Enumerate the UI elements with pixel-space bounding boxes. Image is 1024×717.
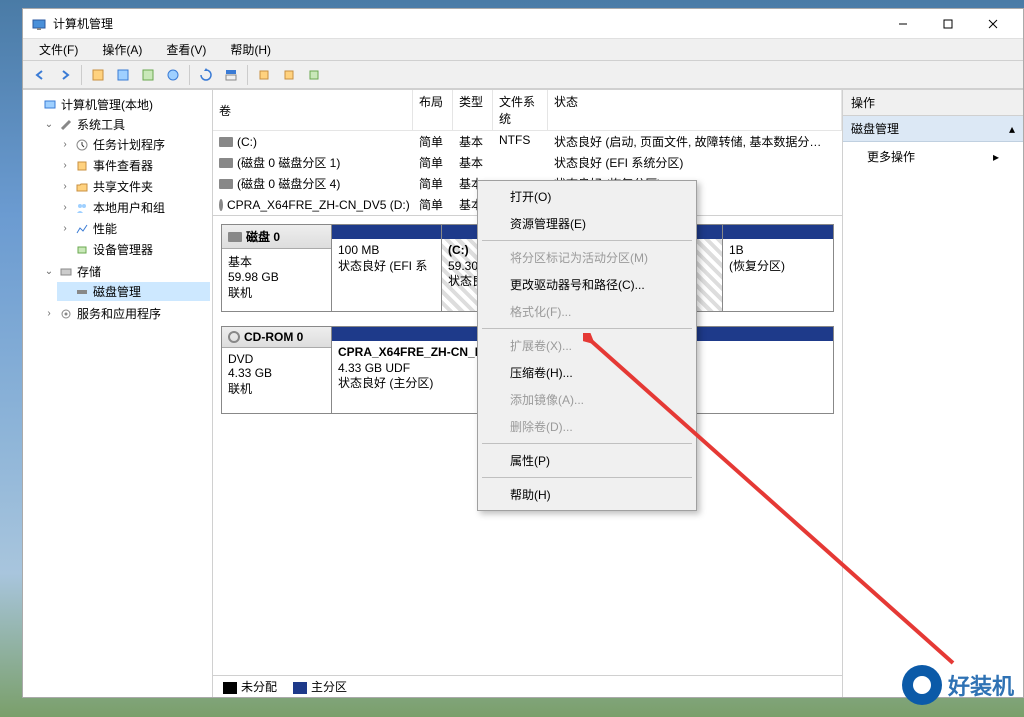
ctx-shrink[interactable]: 压缩卷(H)... xyxy=(480,359,694,386)
ctx-delete: 删除卷(D)... xyxy=(480,413,694,440)
chevron-right-icon: ▸ xyxy=(993,150,999,164)
show-hide-tree-button[interactable] xyxy=(87,64,109,86)
expand-icon[interactable]: › xyxy=(59,181,71,192)
menu-help[interactable]: 帮助(H) xyxy=(224,39,277,60)
maximize-button[interactable] xyxy=(925,10,970,38)
services-icon xyxy=(58,306,74,322)
tree-performance[interactable]: ›性能 xyxy=(57,219,210,238)
folder-icon xyxy=(74,179,90,195)
forward-button[interactable] xyxy=(54,64,76,86)
menu-view[interactable]: 查看(V) xyxy=(160,39,212,60)
partition-recovery[interactable]: 1B(恢复分区) xyxy=(723,225,833,311)
clock-icon xyxy=(74,137,90,153)
actions-more[interactable]: 更多操作▸ xyxy=(843,142,1023,171)
col-type[interactable]: 类型 xyxy=(453,90,493,130)
expand-icon[interactable]: › xyxy=(59,202,71,213)
tree-local-users[interactable]: ›本地用户和组 xyxy=(57,198,210,217)
expand-icon[interactable]: › xyxy=(59,160,71,171)
context-menu: 打开(O) 资源管理器(E) 将分区标记为活动分区(M) 更改驱动器号和路径(C… xyxy=(477,180,697,511)
properties-button[interactable] xyxy=(112,64,134,86)
help-button[interactable] xyxy=(162,64,184,86)
col-volume[interactable]: 卷 xyxy=(213,90,413,130)
legend: 未分配 主分区 xyxy=(213,675,842,697)
actions-button[interactable] xyxy=(278,64,300,86)
expand-icon[interactable]: › xyxy=(59,223,71,234)
tree-root[interactable]: 计算机管理(本地) xyxy=(25,95,210,114)
ctx-add-mirror: 添加镜像(A)... xyxy=(480,386,694,413)
tree-device-manager[interactable]: 设备管理器 xyxy=(57,240,210,259)
minimize-button[interactable] xyxy=(880,10,925,38)
volume-list-header: 卷 布局 类型 文件系统 状态 xyxy=(213,90,842,131)
storage-icon xyxy=(58,264,74,280)
tree-event-viewer[interactable]: ›事件查看器 xyxy=(57,156,210,175)
cd-icon xyxy=(228,331,240,343)
ctx-explorer[interactable]: 资源管理器(E) xyxy=(480,210,694,237)
menu-file[interactable]: 文件(F) xyxy=(33,39,84,60)
more-button[interactable] xyxy=(303,64,325,86)
ctx-help[interactable]: 帮助(H) xyxy=(480,481,694,508)
event-icon xyxy=(74,158,90,174)
disk-icon xyxy=(219,137,233,147)
device-icon xyxy=(74,242,90,258)
col-layout[interactable]: 布局 xyxy=(413,90,453,130)
ctx-mark-active: 将分区标记为活动分区(M) xyxy=(480,244,694,271)
collapse-icon[interactable]: ⌄ xyxy=(43,119,55,130)
window-title: 计算机管理 xyxy=(53,15,880,32)
titlebar: 计算机管理 xyxy=(23,9,1023,39)
collapse-icon[interactable]: ⌄ xyxy=(43,266,55,277)
tree-task-scheduler[interactable]: ›任务计划程序 xyxy=(57,135,210,154)
expand-icon[interactable]: › xyxy=(43,308,55,319)
users-icon xyxy=(74,200,90,216)
tree-disk-management[interactable]: 磁盘管理 xyxy=(57,282,210,301)
menu-action[interactable]: 操作(A) xyxy=(96,39,148,60)
disk-icon xyxy=(219,158,233,168)
volume-row[interactable]: (C:) 简单 基本 NTFS 状态良好 (启动, 页面文件, 故障转储, 基本… xyxy=(213,131,842,152)
tree-shared-folders[interactable]: ›共享文件夹 xyxy=(57,177,210,196)
actions-pane: 操作 磁盘管理▴ 更多操作▸ xyxy=(843,90,1023,697)
watermark: 好装机 xyxy=(902,665,1014,705)
close-button[interactable] xyxy=(970,10,1015,38)
col-status[interactable]: 状态 xyxy=(548,90,842,130)
volume-row[interactable]: (磁盘 0 磁盘分区 1) 简单 基本 状态良好 (EFI 系统分区) xyxy=(213,152,842,173)
ctx-open[interactable]: 打开(O) xyxy=(480,183,694,210)
ctx-extend: 扩展卷(X)... xyxy=(480,332,694,359)
view-top-button[interactable] xyxy=(220,64,242,86)
disk-icon xyxy=(74,284,90,300)
collapse-icon: ▴ xyxy=(1009,122,1015,136)
computer-icon xyxy=(42,97,58,113)
ctx-change-letter[interactable]: 更改驱动器号和路径(C)... xyxy=(480,271,694,298)
cd-icon xyxy=(219,199,223,211)
app-icon xyxy=(31,16,47,32)
actions-header: 操作 xyxy=(843,90,1023,116)
toolbar xyxy=(23,61,1023,89)
tools-icon xyxy=(58,117,74,133)
ctx-format: 格式化(F)... xyxy=(480,298,694,325)
nav-tree: 计算机管理(本地) ⌄系统工具 ›任务计划程序 ›事件查看器 ›共享文件夹 ›本… xyxy=(23,90,213,697)
disk-icon xyxy=(219,179,233,189)
watermark-logo-icon xyxy=(902,665,942,705)
expand-icon[interactable]: › xyxy=(59,139,71,150)
export-list-button[interactable] xyxy=(137,64,159,86)
tree-system-tools[interactable]: ⌄系统工具 xyxy=(41,115,210,134)
partition-efi[interactable]: 100 MB状态良好 (EFI 系 xyxy=(332,225,442,311)
settings-button[interactable] xyxy=(253,64,275,86)
disk-icon xyxy=(228,232,242,242)
tree-storage[interactable]: ⌄存储 xyxy=(41,262,210,281)
tree-services-apps[interactable]: ›服务和应用程序 xyxy=(41,304,210,323)
legend-primary: 主分区 xyxy=(293,678,347,695)
ctx-properties[interactable]: 属性(P) xyxy=(480,447,694,474)
refresh-button[interactable] xyxy=(195,64,217,86)
menubar: 文件(F) 操作(A) 查看(V) 帮助(H) xyxy=(23,39,1023,61)
perf-icon xyxy=(74,221,90,237)
back-button[interactable] xyxy=(29,64,51,86)
col-fs[interactable]: 文件系统 xyxy=(493,90,548,130)
legend-unallocated: 未分配 xyxy=(223,678,277,695)
actions-section[interactable]: 磁盘管理▴ xyxy=(843,116,1023,142)
